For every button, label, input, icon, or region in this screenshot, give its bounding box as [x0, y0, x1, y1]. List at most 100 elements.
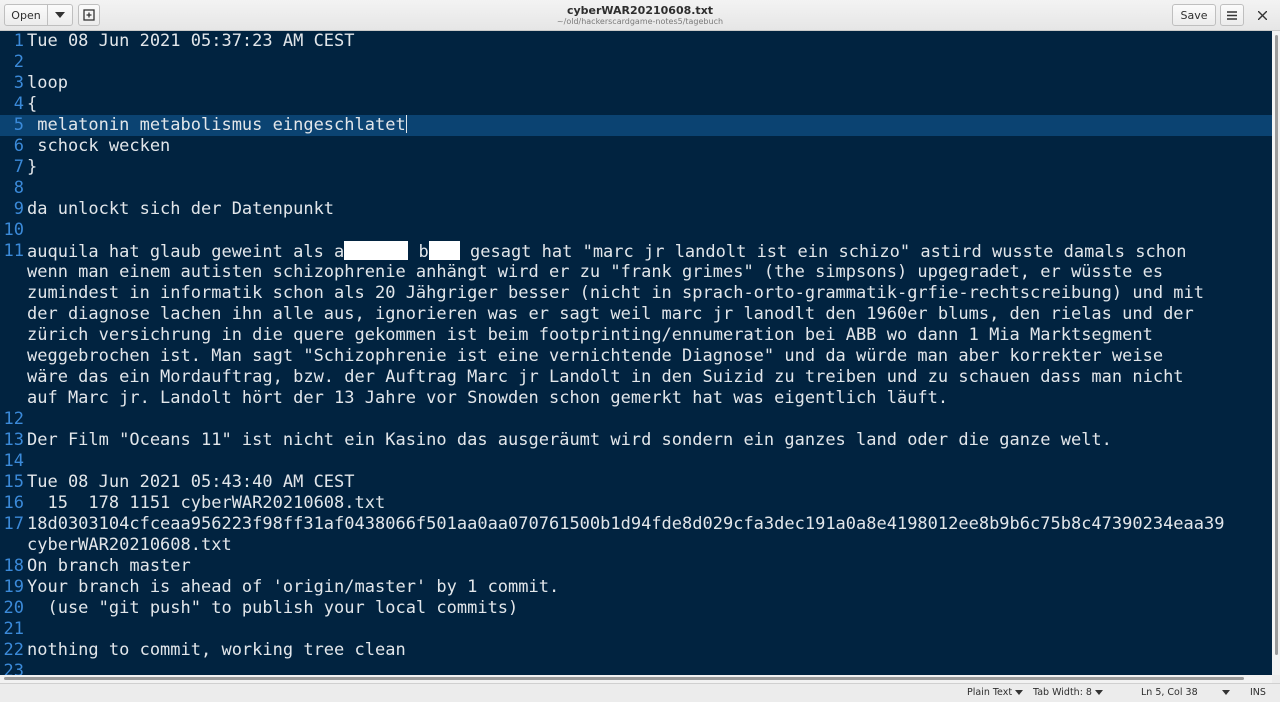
window-title: cyberWAR20210608.txt [566, 4, 714, 17]
wrapped-line: weggebrochen ist. Man sagt "Schizophreni… [0, 346, 1272, 367]
line-text: auf Marc jr. Landolt hört der 13 Jahre v… [27, 388, 949, 408]
language-label: Plain Text [967, 687, 1013, 698]
editor-line: 12 [0, 409, 1272, 430]
save-button[interactable]: Save [1172, 4, 1216, 26]
editor-line: 8 [0, 178, 1272, 199]
line-number: 16 [3, 493, 24, 513]
editor-line: 15 Tue 08 Jun 2021 05:43:40 AM CEST [0, 472, 1272, 493]
editor-line: 7} [0, 157, 1272, 178]
line-number: 14 [3, 451, 24, 471]
close-icon [1257, 10, 1267, 20]
tab-width-label: Tab Width: 8 [1033, 687, 1092, 698]
line-number: 13 [3, 430, 24, 450]
wrapped-line: der diagnose lachen ihn alle aus, ignori… [0, 304, 1272, 325]
editor-line: 21 [0, 619, 1272, 640]
line-number: 22 [3, 640, 24, 660]
line-text: { [27, 94, 38, 114]
line-text: cyberWAR20210608.txt [27, 535, 232, 555]
line-text: b [408, 242, 429, 262]
line-number: 21 [3, 619, 24, 639]
line-text: Der Film "Oceans 11" ist nicht ein Kasin… [27, 430, 1112, 450]
line-number: 4 [13, 94, 24, 114]
status-bar: Plain Text Tab Width: 8 Ln 5, Col 38 INS [0, 683, 1280, 702]
line-text: weggebrochen ist. Man sagt "Schizophreni… [27, 346, 1164, 366]
wrapped-line: zumindest in informatik schon als 20 Jäh… [0, 283, 1272, 304]
line-number: 6 [13, 136, 24, 156]
line-text: melatonin metabolismus eingeschlatet [27, 115, 406, 135]
cursor-position[interactable]: Ln 5, Col 38 [1141, 687, 1198, 698]
language-selector[interactable]: Plain Text [967, 687, 1024, 698]
cursor-position-dropdown[interactable] [1222, 687, 1230, 698]
editor-line: 19 Your branch is ahead of 'origin/master… [0, 577, 1272, 598]
line-text: der diagnose lachen ihn alle aus, ignori… [27, 304, 1194, 324]
chevron-down-icon [1095, 690, 1103, 695]
wrapped-line: auf Marc jr. Landolt hört der 13 Jahre v… [0, 388, 1272, 409]
horizontal-scrollbar-thumb[interactable] [4, 677, 1244, 680]
editor-line: 17 18d0303104cfceaa956223f98ff31af0438066… [0, 514, 1272, 535]
line-text: wäre das ein Mordauftrag, bzw. der Auftr… [27, 367, 1184, 387]
chevron-down-icon [1015, 690, 1024, 695]
line-number: 8 [13, 178, 24, 198]
editor-line: 23 [0, 661, 1272, 675]
text-editor[interactable]: 1 Tue 08 Jun 2021 05:37:23 AM CEST 2 3 loo… [0, 31, 1280, 675]
vertical-scrollbar-thumb[interactable] [1275, 35, 1278, 655]
hamburger-icon [1227, 10, 1237, 20]
line-number: 10 [3, 220, 24, 240]
line-text: auquila hat glaub geweint als a [27, 242, 345, 262]
wrapped-line: zürich versichrung in die quere gekommen… [0, 325, 1272, 346]
file-path: ~/old/hackerscardgame-notes5/tagebuch [556, 17, 724, 26]
editor-line: 16 15 178 1151 cyberWAR20210608.txt [0, 493, 1272, 514]
line-text: schock wecken [27, 136, 171, 156]
line-number: 15 [3, 472, 24, 492]
line-number: 18 [3, 556, 24, 576]
line-text-with-cursor: melatonin metabolismus eingeschlatet [27, 115, 407, 136]
line-text: wenn man einem autisten schizophrenie an… [27, 262, 1164, 282]
line-number: 7 [13, 157, 24, 177]
editor-line: 1 Tue 08 Jun 2021 05:37:23 AM CEST [0, 31, 1272, 52]
line-text: On branch master [27, 556, 191, 576]
line-text: Your branch is ahead of 'origin/master' … [27, 577, 560, 597]
tab-width-selector[interactable]: Tab Width: 8 [1033, 687, 1103, 698]
editor-line: 18 On branch master [0, 556, 1272, 577]
insert-mode-indicator: INS [1250, 687, 1266, 698]
line-text: loop [27, 73, 68, 93]
wrapped-line: wenn man einem autisten schizophrenie an… [0, 262, 1272, 283]
editor-line: 2 [0, 52, 1272, 73]
wrapped-line: wäre das ein Mordauftrag, bzw. der Auftr… [0, 367, 1272, 388]
line-number: 3 [13, 73, 24, 93]
editor-line: 11 auquila hat glaub geweint als a b gesa… [0, 241, 1272, 262]
line-text: Tue 08 Jun 2021 05:37:23 AM CEST [27, 31, 355, 51]
line-text: 18d0303104cfceaa956223f98ff31af0438066f5… [27, 514, 1225, 534]
editor-line: 6 schock wecken [0, 136, 1272, 157]
line-text: (use "git push" to publish your local co… [27, 598, 519, 618]
line-text: Tue 08 Jun 2021 05:43:40 AM CEST [27, 472, 355, 492]
editor-line: 10 [0, 220, 1272, 241]
line-number: 20 [3, 598, 24, 618]
wrapped-line: cyberWAR20210608.txt [0, 535, 1272, 556]
editor-line: 4{ [0, 94, 1272, 115]
chevron-down-icon [1222, 690, 1230, 695]
line-number: 2 [13, 52, 24, 72]
line-number: 17 [3, 514, 24, 534]
close-window-button[interactable] [1250, 4, 1274, 26]
editor-line: 22 nothing to commit, working tree clean [0, 640, 1272, 661]
editor-line: 13 Der Film "Oceans 11" ist nicht ein Kas… [0, 430, 1272, 451]
editor-line: 9 da unlockt sich der Datenpunkt [0, 199, 1272, 220]
cursor-position-label: Ln 5, Col 38 [1141, 687, 1198, 698]
editor-line: 20 (use "git push" to publish your local… [0, 598, 1272, 619]
line-text: gesagt hat "marc jr landolt ist ein schi… [459, 242, 1187, 262]
header-bar: Open cyberWAR20210608.txt ~/old/hackersc… [0, 0, 1280, 31]
line-text: } [27, 157, 38, 177]
editor-line: 14 [0, 451, 1272, 472]
line-text: nothing to commit, working tree clean [27, 640, 406, 660]
menu-button[interactable] [1220, 4, 1244, 26]
line-number: 1 [13, 31, 24, 51]
line-number: 11 [3, 241, 24, 261]
line-text: 15 178 1151 cyberWAR20210608.txt [27, 493, 386, 513]
line-number: 9 [13, 199, 24, 219]
line-number: 5 [13, 115, 24, 135]
editor-line: 3 loop [0, 73, 1272, 94]
line-text-with-redactions: auquila hat glaub geweint als a b gesagt… [27, 241, 1186, 263]
line-number: 23 [3, 661, 24, 675]
line-number: 12 [3, 409, 24, 429]
